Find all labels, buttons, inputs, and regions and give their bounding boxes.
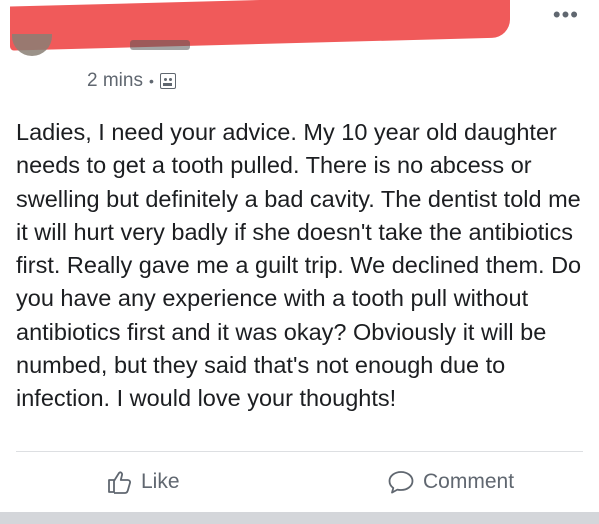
avatar[interactable] [12, 34, 52, 56]
more-options-icon[interactable]: ••• [553, 4, 579, 26]
post-body: Ladies, I need your advice. My 10 year o… [16, 119, 582, 412]
post-timestamp[interactable]: 2 mins [87, 70, 143, 92]
comment-button[interactable]: Comment [387, 462, 514, 502]
author-name-fragment [130, 40, 190, 50]
post-actions: Like Comment [0, 462, 599, 502]
meta-separator: • [148, 73, 154, 89]
like-label: Like [141, 470, 180, 493]
like-button[interactable]: Like [107, 462, 180, 502]
group-icon [159, 73, 176, 89]
post-meta: 2 mins • [87, 70, 176, 92]
feed-separator-bar [0, 512, 599, 524]
thumbs-up-icon [108, 471, 131, 494]
comment-icon [388, 471, 414, 494]
redacted-author-name [10, 0, 510, 51]
divider [16, 451, 583, 452]
comment-label: Comment [423, 470, 515, 493]
